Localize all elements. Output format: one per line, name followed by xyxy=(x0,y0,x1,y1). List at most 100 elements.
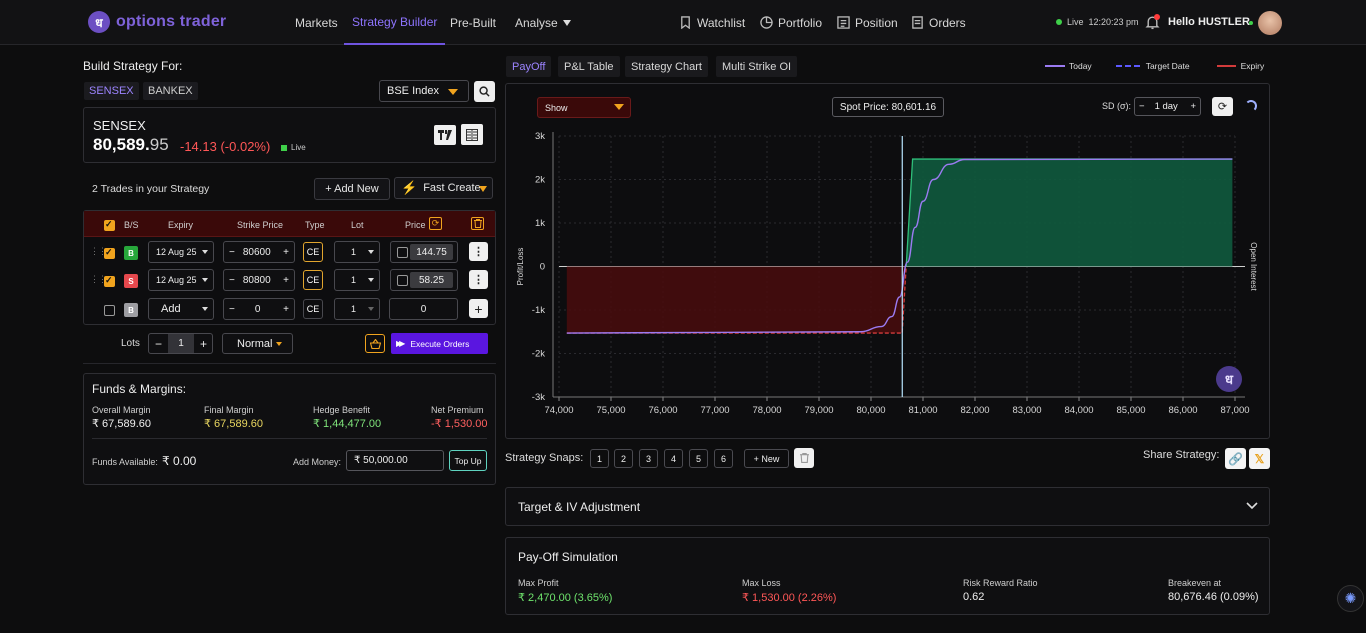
more-options-icon[interactable]: ⋮ xyxy=(469,270,488,289)
minus-icon[interactable]: − xyxy=(155,337,162,351)
strike-stepper[interactable]: − 0 + xyxy=(223,298,295,320)
brand-mark-icon: ध xyxy=(88,11,110,33)
index-tab-bankex[interactable]: BANKEX xyxy=(143,82,198,100)
notification-bell-icon[interactable] xyxy=(1145,14,1160,33)
buy-badge-disabled[interactable]: B xyxy=(124,303,138,317)
add-money-input[interactable]: ₹ 50,000.00 xyxy=(346,450,444,471)
tab-payoff[interactable]: PayOff xyxy=(506,56,552,77)
execute-orders-button[interactable]: ▶▶ Execute Orders xyxy=(391,333,488,354)
plus-icon[interactable]: + xyxy=(200,337,207,351)
limit-price-checkbox[interactable] xyxy=(397,275,408,286)
strategy-snaps-label: Strategy Snaps: xyxy=(505,452,584,464)
nav-position[interactable]: Position xyxy=(837,0,898,45)
nav-strategy-builder[interactable]: Strategy Builder xyxy=(344,0,446,45)
delete-all-icon[interactable] xyxy=(471,217,484,230)
index-select[interactable]: BSE Index xyxy=(379,80,469,102)
buy-badge[interactable]: B xyxy=(124,246,138,260)
share-x-button[interactable]: 𝕏 xyxy=(1249,448,1270,469)
fast-create-button[interactable]: ⚡ Fast Create xyxy=(394,177,493,199)
nav-watchlist[interactable]: Watchlist xyxy=(679,0,745,45)
price-field[interactable]: 58.25 xyxy=(390,269,458,291)
tab-pl-table[interactable]: P&L Table xyxy=(558,56,620,77)
option-type[interactable]: CE xyxy=(303,242,323,262)
expiry-value: Add xyxy=(161,303,181,315)
snap-6[interactable]: 6 xyxy=(714,449,733,468)
price-input[interactable]: 58.25 xyxy=(410,272,453,288)
nav-portfolio[interactable]: Portfolio xyxy=(760,0,822,45)
add-leg-icon[interactable]: + xyxy=(469,299,488,318)
new-trade-row: B Add − 0 + CE 1 0 + xyxy=(84,296,495,324)
notification-dot xyxy=(1154,14,1160,20)
avatar[interactable] xyxy=(1258,11,1282,35)
lot-select[interactable]: 1 xyxy=(334,269,380,291)
snap-1[interactable]: 1 xyxy=(590,449,609,468)
expiry-select[interactable]: Add xyxy=(148,298,214,320)
option-type[interactable]: CE xyxy=(303,270,323,290)
lot-select[interactable]: 1 xyxy=(334,298,380,320)
legend-expiry-swatch xyxy=(1216,65,1236,67)
basket-button[interactable] xyxy=(365,334,385,353)
add-new-button[interactable]: + Add New xyxy=(314,178,390,200)
price-input[interactable]: 0 xyxy=(389,298,458,320)
target-iv-accordion[interactable]: Target & IV Adjustment xyxy=(505,487,1270,526)
share-strategy-label: Share Strategy: xyxy=(1143,449,1220,461)
delete-snap-button[interactable] xyxy=(794,448,814,468)
strike-stepper[interactable]: − 80600 + xyxy=(223,241,295,263)
x-tick-label: 82,000 xyxy=(960,405,989,416)
plus-icon[interactable]: + xyxy=(283,247,289,258)
brand-logo[interactable]: ध options trader xyxy=(88,11,226,33)
limit-price-checkbox[interactable] xyxy=(397,247,408,258)
brain-glyph: ✺ xyxy=(1344,590,1357,606)
plus-icon[interactable]: + xyxy=(283,275,289,286)
option-chain-button[interactable] xyxy=(461,124,483,145)
price-input[interactable]: 144.75 xyxy=(410,244,453,260)
final-margin-label: Final Margin xyxy=(204,405,254,415)
option-type[interactable]: CE xyxy=(303,299,323,319)
y-axis-label: Profit/Loss xyxy=(516,248,525,286)
chevron-down-icon xyxy=(562,19,571,26)
select-all-checkbox[interactable] xyxy=(104,219,115,231)
tradingview-chart-button[interactable] xyxy=(434,125,456,145)
trade-row: ⋮⋮ B 12 Aug 25 − 80600 + CE 1 144.75 ⋮ xyxy=(84,239,495,267)
refresh-price-icon[interactable]: ⟳ xyxy=(429,217,442,230)
nav-analyse[interactable]: Analyse xyxy=(515,0,571,45)
more-options-icon[interactable]: ⋮ xyxy=(469,242,488,261)
payoff-chart[interactable]: 74,000 75,000 76,000 77,000 78,000 79,000 80,0… xyxy=(506,84,1269,438)
minus-icon[interactable]: − xyxy=(229,275,235,286)
row-checkbox[interactable] xyxy=(104,275,115,287)
plus-icon[interactable]: + xyxy=(283,304,289,315)
quote-card: SENSEX 80,589.95 -14.13 (-0.02%) Live xyxy=(83,107,496,163)
tab-multi-strike-oi[interactable]: Multi Strike OI xyxy=(716,56,798,77)
x-tick-label: 75,000 xyxy=(596,405,625,416)
snap-4[interactable]: 4 xyxy=(664,449,683,468)
nav-pre-built[interactable]: Pre-Built xyxy=(450,0,496,45)
order-type-select[interactable]: Normal xyxy=(222,333,293,354)
copy-link-button[interactable]: 🔗 xyxy=(1225,448,1246,469)
snap-5[interactable]: 5 xyxy=(689,449,708,468)
lots-value[interactable]: 1 xyxy=(168,334,194,353)
lots-stepper[interactable]: − 1 + xyxy=(148,333,213,354)
sell-badge[interactable]: S xyxy=(124,274,138,288)
top-navbar: ध options trader Markets Strategy Builde… xyxy=(0,0,1366,45)
tab-strategy-chart[interactable]: Strategy Chart xyxy=(625,56,708,77)
snap-2[interactable]: 2 xyxy=(614,449,633,468)
nav-markets[interactable]: Markets xyxy=(295,0,338,45)
lot-select[interactable]: 1 xyxy=(334,241,380,263)
top-up-button[interactable]: Top Up xyxy=(449,450,487,471)
header-bs: B/S xyxy=(124,220,139,230)
new-snap-button[interactable]: + New xyxy=(744,449,789,468)
search-button[interactable] xyxy=(474,81,495,102)
minus-icon[interactable]: − xyxy=(229,304,235,315)
quote-price-decimals: 95 xyxy=(149,135,169,154)
row-checkbox[interactable] xyxy=(104,305,115,316)
minus-icon[interactable]: − xyxy=(229,247,235,258)
price-field[interactable]: 144.75 xyxy=(390,241,458,263)
row-checkbox[interactable] xyxy=(104,247,115,259)
snap-3[interactable]: 3 xyxy=(639,449,658,468)
nav-orders[interactable]: Orders xyxy=(911,0,966,45)
assistant-brain-icon[interactable]: ✺ xyxy=(1337,585,1364,612)
expiry-select[interactable]: 12 Aug 25 xyxy=(148,241,214,263)
index-tab-sensex[interactable]: SENSEX xyxy=(84,82,139,100)
strike-stepper[interactable]: − 80800 + xyxy=(223,269,295,291)
expiry-select[interactable]: 12 Aug 25 xyxy=(148,269,214,291)
